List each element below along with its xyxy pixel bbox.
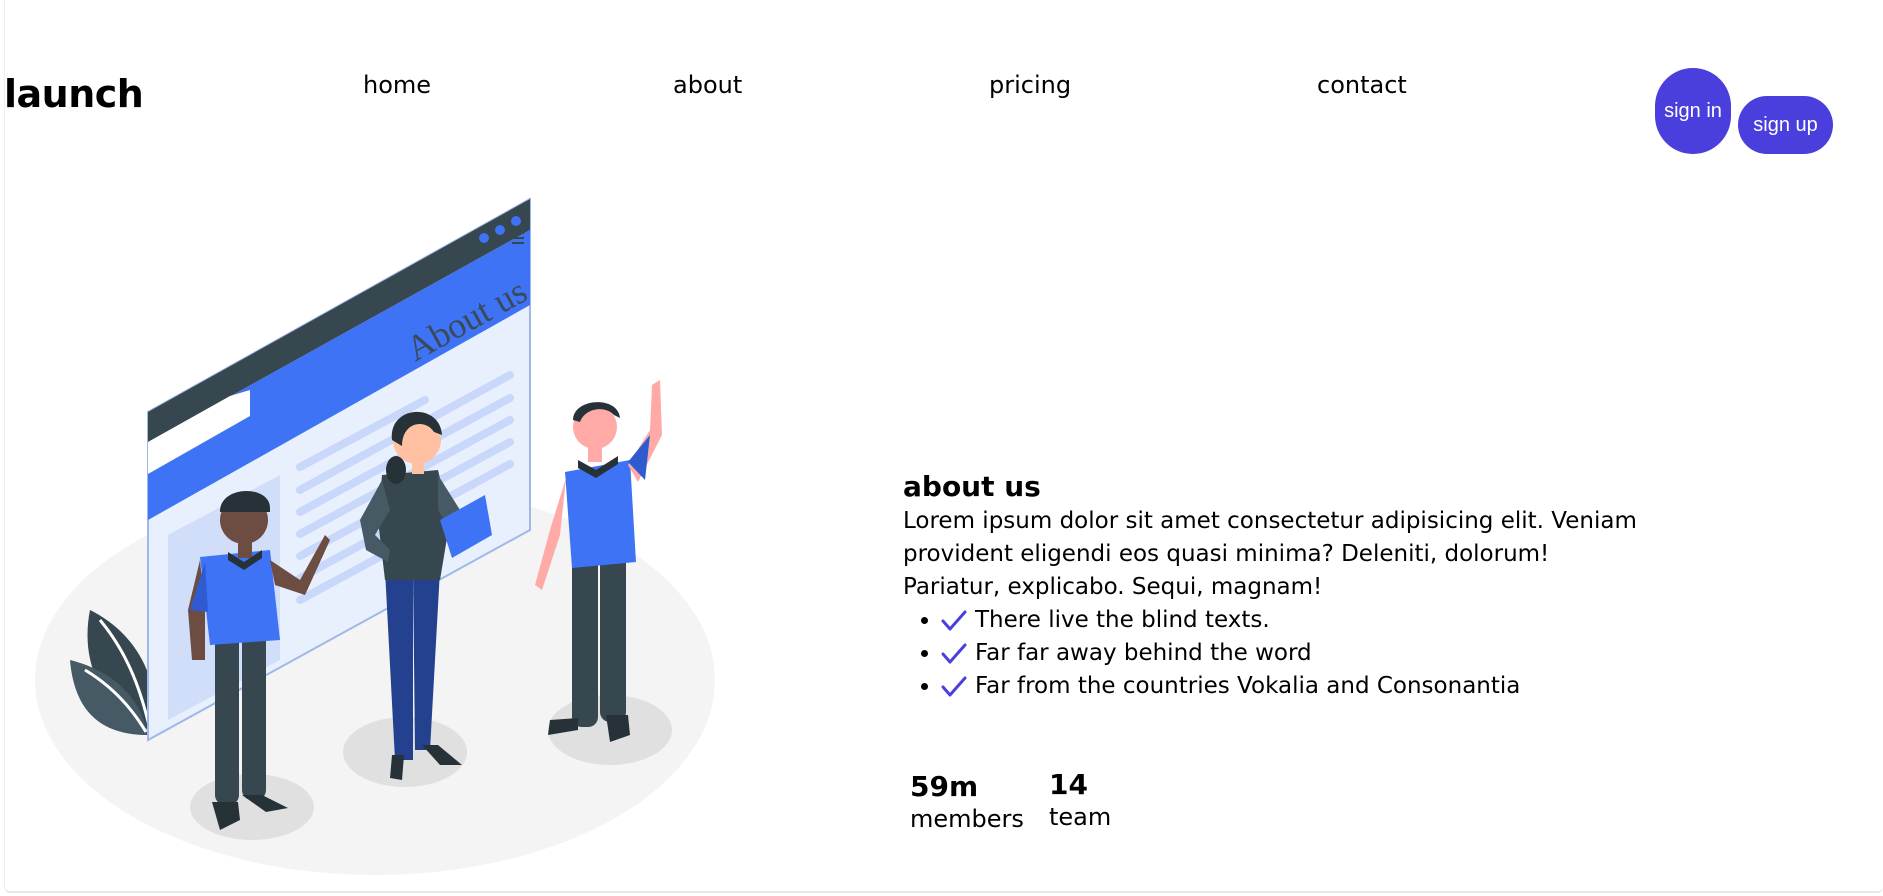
brand-logo[interactable]: launch [4,72,144,116]
nav-contact[interactable]: contact [1317,71,1407,99]
stat-label: team [1049,803,1112,831]
about-description: Lorem ipsum dolor sit amet consectetur a… [903,508,1637,600]
nav-home[interactable]: home [363,71,431,99]
about-section: about us Lorem ipsum dolor sit amet cons… [903,470,1643,703]
check-icon [941,676,967,696]
stat-value: 14 [1049,768,1088,801]
nav-about[interactable]: about [673,71,742,99]
about-us-illustration: About us [35,197,715,875]
feature-item: Far far away behind the word [941,637,1643,670]
about-title: about us [903,470,1041,503]
sign-in-button[interactable]: sign in [1655,68,1731,154]
feature-text: Far from the countries Vokalia and Conso… [975,673,1521,699]
stat-members: 59m members [910,770,1024,833]
check-icon [941,610,967,630]
feature-text: Far far away behind the word [975,640,1312,666]
stat-team: 14 team [1049,768,1111,831]
feature-text: There live the blind texts. [975,607,1270,633]
feature-item: There live the blind texts. [941,604,1643,637]
check-icon [941,643,967,663]
sign-up-button[interactable]: sign up [1738,96,1833,154]
feature-list: There live the blind texts. Far far away… [903,604,1643,703]
feature-item: Far from the countries Vokalia and Conso… [941,670,1643,703]
stat-value: 59m [910,770,979,803]
stat-label: members [910,805,1024,833]
nav-pricing[interactable]: pricing [989,71,1071,99]
